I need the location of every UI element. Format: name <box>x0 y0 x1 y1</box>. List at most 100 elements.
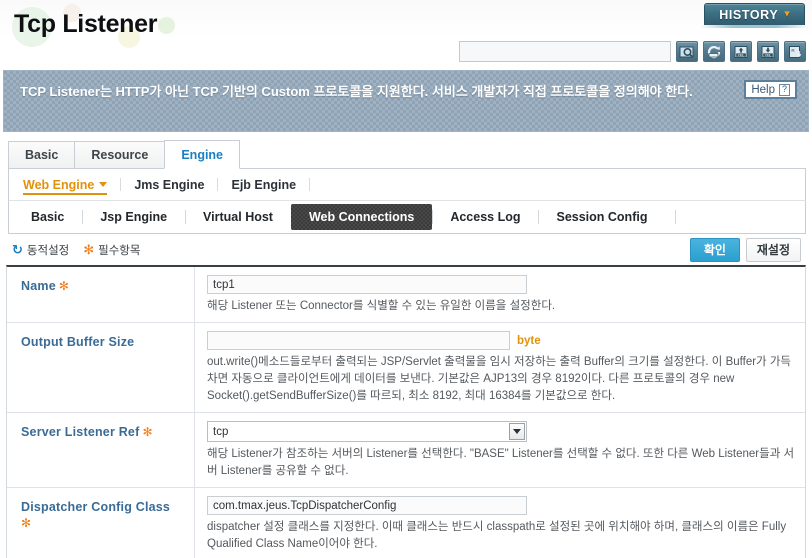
form-row-output-buffer-size: Output Buffer Size byte out.write()메소드들로… <box>7 323 805 413</box>
history-underline <box>700 25 809 28</box>
subtab-access-log-label: Access Log <box>450 210 521 224</box>
search-icon[interactable] <box>676 41 698 62</box>
field-line <box>207 275 797 294</box>
required-asterisk-icon: ✻ <box>21 516 32 530</box>
sub-tabs: Basic Jsp Engine Virtual Host Web Connec… <box>8 200 806 234</box>
action-bar: ↻ 동적설정 ✻ 필수항목 확인 재설정 <box>6 234 806 265</box>
chevron-down-icon: ▾ <box>784 8 790 20</box>
subtab-virtual-host-label: Virtual Host <box>203 210 273 224</box>
subtab-session-config[interactable]: Session Config <box>538 204 665 230</box>
output-buffer-size-input[interactable] <box>207 331 510 350</box>
form-value-cell: byte out.write()메소드들로부터 출력되는 JSP/Servlet… <box>195 323 805 412</box>
title-area: Tcp Listener <box>8 4 308 52</box>
field-label-output-buffer-size: Output Buffer Size <box>21 335 135 349</box>
subtab-jsp-engine-label: Jsp Engine <box>100 210 168 224</box>
help-button-label: Help <box>751 83 775 96</box>
dispatcher-config-class-input[interactable] <box>207 496 527 515</box>
svg-text:XML: XML <box>765 53 772 57</box>
asterisk-icon: ✻ <box>83 242 95 257</box>
field-line: tcp <box>207 421 797 442</box>
reset-button-label: 재설정 <box>756 243 790 257</box>
subtab-end-divider <box>675 210 677 224</box>
chevron-down-icon[interactable] <box>509 423 525 440</box>
field-line <box>207 496 797 515</box>
legend-dynamic-config-label: 동적설정 <box>26 244 70 257</box>
engine-jms[interactable]: Jms Engine <box>120 177 217 192</box>
legend-required-field: ✻ 필수항목 <box>83 242 140 258</box>
field-line: byte <box>207 331 797 350</box>
field-label-dispatcher-config-class: Dispatcher Config Class <box>21 500 171 514</box>
form-value-cell: 해당 Listener 또는 Connector를 식별할 수 있는 유일한 이… <box>195 267 805 322</box>
tab-engine-label: Engine <box>181 147 224 162</box>
field-label-server-listener-ref: Server Listener Ref <box>21 425 140 439</box>
subtab-access-log[interactable]: Access Log <box>432 204 538 230</box>
reset-button[interactable]: 재설정 <box>745 237 801 262</box>
refresh-arrows-icon: ↻ <box>12 242 23 257</box>
server-listener-ref-selected-value: tcp <box>213 425 229 438</box>
chevron-down-icon[interactable] <box>99 182 108 187</box>
required-asterisk-icon: ✻ <box>142 425 153 439</box>
confirm-button[interactable]: 확인 <box>689 237 740 262</box>
server-listener-ref-select[interactable]: tcp <box>207 421 527 442</box>
tab-basic-label: Basic <box>25 148 59 162</box>
form-row-name: Name✻ 해당 Listener 또는 Connector를 식별할 수 있는… <box>7 267 805 323</box>
tab-resource-label: Resource <box>91 148 149 162</box>
confirm-button-label: 확인 <box>703 243 726 257</box>
engine-web-underline <box>23 192 107 195</box>
settings-form: Name✻ 해당 Listener 또는 Connector를 식별할 수 있는… <box>6 265 806 558</box>
engine-selector-row: Web Engine Jms Engine Ejb Engine <box>8 169 806 200</box>
required-asterisk-icon: ✻ <box>58 279 69 293</box>
field-description-output-buffer-size: out.write()메소드들로부터 출력되는 JSP/Servlet 출력물을… <box>207 356 791 402</box>
engine-ejb[interactable]: Ejb Engine <box>217 177 309 192</box>
refresh-icon[interactable] <box>703 41 725 62</box>
info-banner: TCP Listener는 HTTP가 아닌 TCP 기반의 Custom 프로… <box>3 70 809 132</box>
subtab-basic-label: Basic <box>31 210 65 224</box>
form-row-server-listener-ref: Server Listener Ref ✻ tcp 해당 Listener가 참조… <box>7 413 805 488</box>
field-description-name: 해당 Listener 또는 Connector를 식별할 수 있는 유일한 이… <box>207 300 556 312</box>
unit-label-byte: byte <box>517 334 541 347</box>
decorative-circle-lime-icon <box>158 17 175 34</box>
xml-import-icon[interactable]: XML <box>730 41 752 62</box>
history-button[interactable]: HISTORY ▾ <box>704 3 805 25</box>
form-label-cell: Name ✻ <box>7 267 195 322</box>
form-row-dispatcher-config-class: Dispatcher Config Class ✻ dispatcher 설정 … <box>7 488 805 558</box>
app-window: Tcp Listener HISTORY ▾ XML XML R TCP Lis… <box>0 0 812 558</box>
engine-ejb-label: Ejb Engine <box>231 177 297 192</box>
field-description-dispatcher-config-class: dispatcher 설정 클래스를 지정한다. 이때 클래스는 반드시 cla… <box>207 521 787 550</box>
subtab-web-connections[interactable]: Web Connections <box>291 204 432 230</box>
page-title: Tcp Listener <box>14 10 158 38</box>
resource-download-icon[interactable]: R <box>784 41 806 62</box>
engine-web-label: Web Engine <box>23 177 95 192</box>
history-button-label: HISTORY <box>719 7 779 22</box>
tab-basic[interactable]: Basic <box>8 141 76 169</box>
help-button[interactable]: Help ? <box>744 80 797 99</box>
engine-web[interactable]: Web Engine <box>23 177 120 195</box>
name-input[interactable] <box>207 275 527 294</box>
legend-required-field-label: 필수항목 <box>98 244 141 257</box>
question-mark-icon: ? <box>779 83 790 96</box>
subtab-jsp-engine[interactable]: Jsp Engine <box>82 204 185 230</box>
subtab-web-connections-label: Web Connections <box>308 210 415 224</box>
xml-export-icon[interactable]: XML <box>757 41 779 62</box>
form-label-cell: Output Buffer Size <box>7 323 195 412</box>
form-label-cell: Dispatcher Config Class ✻ <box>7 488 195 558</box>
engine-jms-label: Jms Engine <box>134 177 205 192</box>
engine-row-divider <box>309 178 311 191</box>
field-description-server-listener-ref: 해당 Listener가 참조하는 서버의 Listener를 선택한다. "B… <box>207 448 795 477</box>
form-label-cell: Server Listener Ref ✻ <box>7 413 195 487</box>
form-value-cell: dispatcher 설정 클래스를 지정한다. 이때 클래스는 반드시 cla… <box>195 488 805 558</box>
search-input[interactable] <box>459 41 671 62</box>
info-banner-text: TCP Listener는 HTTP가 아닌 TCP 기반의 Custom 프로… <box>20 84 693 99</box>
tab-resource[interactable]: Resource <box>74 141 166 169</box>
subtab-session-config-label: Session Config <box>556 210 648 224</box>
header-toolbar: XML XML R <box>459 41 806 62</box>
main-tabs: Basic Resource Engine <box>0 140 812 169</box>
svg-text:XML: XML <box>738 53 745 57</box>
subtab-virtual-host[interactable]: Virtual Host <box>185 204 291 230</box>
legend-dynamic-config: ↻ 동적설정 <box>12 242 69 258</box>
field-label-name: Name <box>21 279 56 293</box>
form-value-cell: tcp 해당 Listener가 참조하는 서버의 Listener를 선택한다… <box>195 413 805 487</box>
tab-engine[interactable]: Engine <box>164 140 241 169</box>
page-header: Tcp Listener HISTORY ▾ XML XML R <box>0 0 812 68</box>
subtab-basic[interactable]: Basic <box>13 204 82 230</box>
